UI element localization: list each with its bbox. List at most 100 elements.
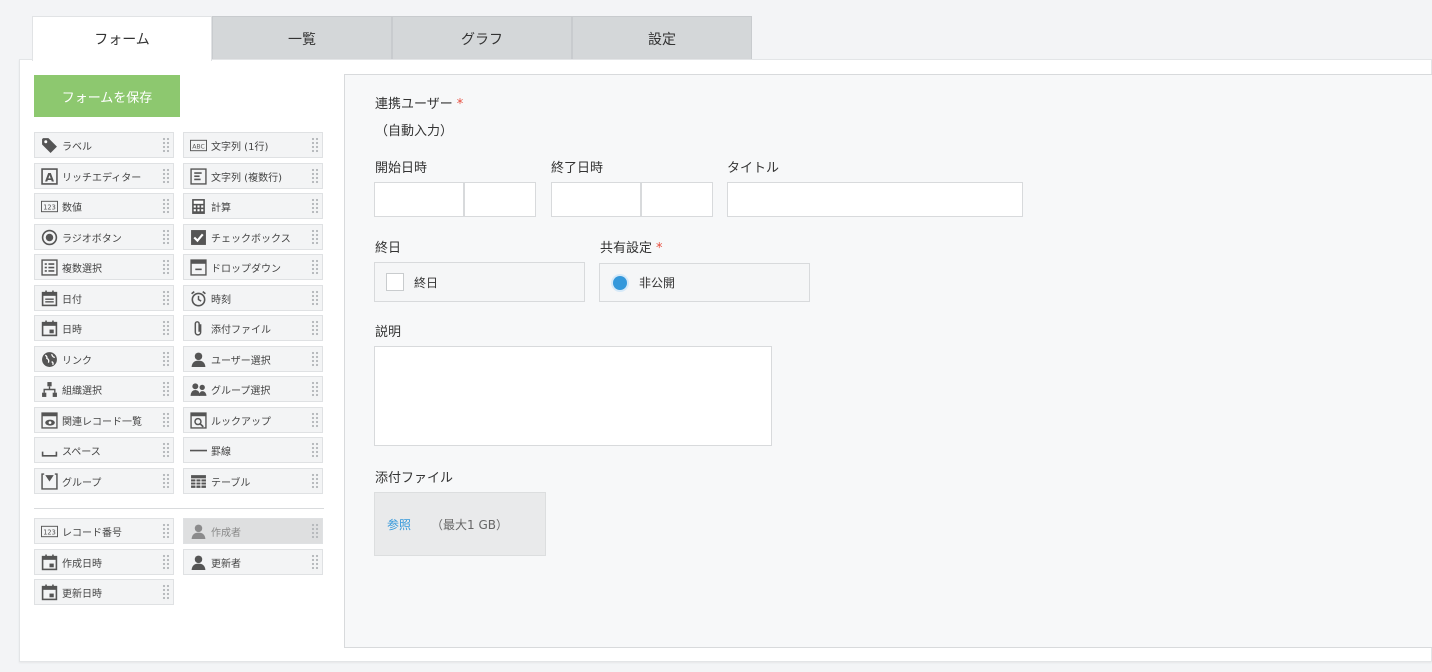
- palette-item-label: 作成日時: [62, 558, 102, 570]
- tab-form[interactable]: フォーム: [32, 16, 212, 61]
- org-icon: [39, 379, 59, 399]
- attachment-box: 参照 （最大1 GB）: [374, 492, 546, 556]
- palette-item[interactable]: リンク: [34, 346, 174, 372]
- palette-item[interactable]: 関連レコード一覧: [34, 407, 174, 433]
- drag-handle-icon[interactable]: [311, 290, 319, 307]
- palette-item-label: ラベル: [62, 141, 92, 153]
- user-icon: [188, 521, 208, 541]
- date-icon: [39, 288, 59, 308]
- palette-item[interactable]: グループ選択: [183, 376, 323, 402]
- palette-item[interactable]: 複数選択: [34, 254, 174, 280]
- palette-item[interactable]: 日時: [34, 315, 174, 341]
- checkbox-icon: [188, 227, 208, 247]
- allday-checkbox[interactable]: [386, 273, 404, 291]
- drag-handle-icon[interactable]: [311, 442, 319, 459]
- palette-item[interactable]: A リッチエディター: [34, 163, 174, 189]
- drag-handle-icon[interactable]: [162, 320, 170, 337]
- palette-item[interactable]: 日付: [34, 285, 174, 311]
- palette-item-label: 計算: [211, 202, 231, 214]
- save-form-button[interactable]: フォームを保存: [34, 75, 180, 117]
- multiline-text-icon: [188, 166, 208, 186]
- svg-text:123: 123: [43, 528, 56, 536]
- drag-handle-icon[interactable]: [162, 473, 170, 490]
- description-textarea[interactable]: [374, 346, 772, 446]
- drag-handle-icon[interactable]: [311, 229, 319, 246]
- drag-handle-icon[interactable]: [162, 442, 170, 459]
- drag-handle-icon[interactable]: [311, 168, 319, 185]
- drag-handle-icon[interactable]: [311, 198, 319, 215]
- end-time-input[interactable]: [641, 182, 713, 217]
- palette-item[interactable]: 123 数値: [34, 193, 174, 219]
- private-radio[interactable]: [613, 275, 627, 290]
- palette-item[interactable]: ラベル: [34, 132, 174, 158]
- drag-handle-icon[interactable]: [311, 412, 319, 429]
- palette-item[interactable]: 更新者: [183, 549, 323, 575]
- drag-handle-icon[interactable]: [162, 290, 170, 307]
- drag-handle-icon[interactable]: [162, 137, 170, 154]
- start-time-input[interactable]: [464, 182, 536, 217]
- drag-handle-icon[interactable]: [162, 168, 170, 185]
- palette-item[interactable]: ルックアップ: [183, 407, 323, 433]
- allday-label: 終日: [375, 241, 402, 256]
- drag-handle-icon[interactable]: [311, 351, 319, 368]
- palette-item[interactable]: ABC 文字列 (1行): [183, 132, 323, 158]
- palette-item[interactable]: 123 レコード番号: [34, 518, 174, 544]
- palette-item[interactable]: ユーザー選択: [183, 346, 323, 372]
- group-icon: [188, 379, 208, 399]
- palette-item-label: 関連レコード一覧: [62, 416, 142, 428]
- browse-link[interactable]: 参照: [387, 516, 411, 533]
- drag-handle-icon[interactable]: [162, 381, 170, 398]
- start-date-input[interactable]: [374, 182, 464, 217]
- palette-item-label: スペース: [62, 446, 101, 458]
- palette-item[interactable]: 計算: [183, 193, 323, 219]
- end-date-input[interactable]: [551, 182, 641, 217]
- palette-item[interactable]: ドロップダウン: [183, 254, 323, 280]
- drag-handle-icon[interactable]: [311, 259, 319, 276]
- palette-item-label: リンク: [62, 355, 92, 367]
- drag-handle-icon[interactable]: [162, 198, 170, 215]
- palette-item[interactable]: 文字列 (複数行): [183, 163, 323, 189]
- palette-item[interactable]: 作成日時: [34, 549, 174, 575]
- drag-handle-icon[interactable]: [162, 229, 170, 246]
- palette-item[interactable]: スペース: [34, 437, 174, 463]
- drag-handle-icon[interactable]: [311, 473, 319, 490]
- palette-item[interactable]: 組織選択: [34, 376, 174, 402]
- tab-list[interactable]: 一覧: [212, 16, 392, 60]
- title-input[interactable]: [727, 182, 1023, 217]
- palette-item-label: グループ選択: [211, 385, 271, 397]
- palette-item-label: 文字列 (1行): [211, 141, 269, 153]
- palette-item[interactable]: ラジオボタン: [34, 224, 174, 250]
- drag-handle-icon[interactable]: [311, 137, 319, 154]
- drag-handle-icon[interactable]: [162, 259, 170, 276]
- drag-handle-icon[interactable]: [311, 554, 319, 571]
- drag-handle-icon[interactable]: [162, 554, 170, 571]
- table-icon: [188, 471, 208, 491]
- palette-item[interactable]: 更新日時: [34, 579, 174, 605]
- palette-item-label: 数値: [62, 202, 82, 214]
- palette-item[interactable]: グループ: [34, 468, 174, 494]
- palette-item[interactable]: チェックボックス: [183, 224, 323, 250]
- palette-item-label: レコード番号: [62, 527, 122, 539]
- palette-item-label: ルックアップ: [211, 416, 271, 428]
- globe-icon: [39, 349, 59, 369]
- linked-user-value: （自動入力）: [375, 124, 454, 139]
- palette-item[interactable]: 罫線: [183, 437, 323, 463]
- drag-handle-icon[interactable]: [162, 412, 170, 429]
- drag-handle-icon[interactable]: [162, 351, 170, 368]
- drag-handle-icon[interactable]: [162, 584, 170, 601]
- palette-item[interactable]: 添付ファイル: [183, 315, 323, 341]
- drag-handle-icon[interactable]: [311, 523, 319, 540]
- palette-item-label: 作成者: [211, 527, 241, 539]
- palette-item-label: グループ: [62, 477, 102, 489]
- drag-handle-icon[interactable]: [162, 523, 170, 540]
- palette-item: 作成者: [183, 518, 323, 544]
- tab-settings[interactable]: 設定: [572, 16, 752, 60]
- palette-item-label: テーブル: [211, 477, 251, 489]
- drag-handle-icon[interactable]: [311, 381, 319, 398]
- related-records-icon: [39, 410, 59, 430]
- palette-item[interactable]: 時刻: [183, 285, 323, 311]
- tab-graph[interactable]: グラフ: [392, 16, 572, 60]
- palette-item[interactable]: テーブル: [183, 468, 323, 494]
- drag-handle-icon[interactable]: [311, 320, 319, 337]
- share-option-box: 非公開: [599, 263, 810, 302]
